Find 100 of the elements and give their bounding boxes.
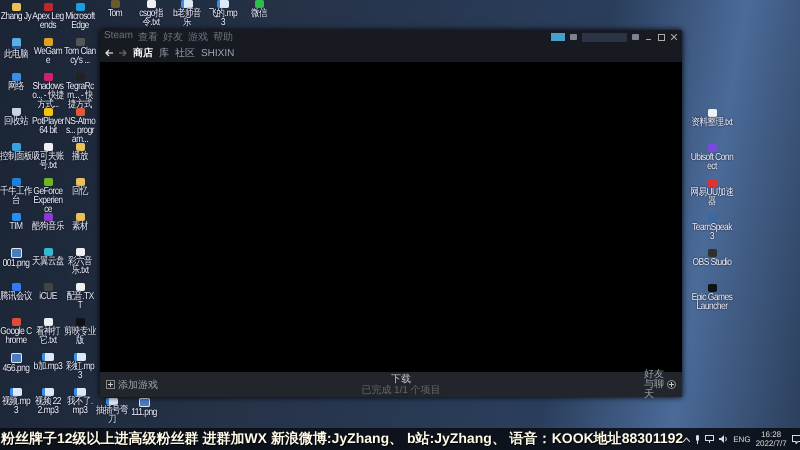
desktop-icon-label[interactable]: Zhang Jy bbox=[0, 12, 32, 21]
desktop-icon-label[interactable]: 吸可夫账号.txt bbox=[32, 152, 64, 170]
desktop-icon-label[interactable]: b老师音乐 bbox=[171, 9, 203, 27]
music-file-icon[interactable] bbox=[106, 398, 118, 405]
desktop-icon-label[interactable]: 看神打它.txt bbox=[32, 327, 64, 345]
desktop-icon-label[interactable]: 资料整理.txt bbox=[690, 118, 734, 127]
desktop-icon-label[interactable]: Apex Legends bbox=[32, 12, 64, 30]
network-icon[interactable] bbox=[705, 435, 714, 443]
nav-tab[interactable]: 商店 bbox=[133, 46, 153, 60]
add-icon[interactable] bbox=[106, 380, 115, 389]
app-icon[interactable] bbox=[12, 213, 20, 221]
desktop-icon-label[interactable]: Epic Games Launcher bbox=[690, 293, 734, 311]
image-file-icon[interactable] bbox=[10, 353, 22, 363]
desktop-icon-label[interactable]: 飞的.mp3 bbox=[207, 9, 239, 27]
desktop-icon-label[interactable]: 彩虹.mp3 bbox=[64, 362, 96, 380]
nav-tab[interactable]: 社区 bbox=[175, 46, 195, 60]
menu-item[interactable]: 游戏 bbox=[188, 30, 208, 44]
document-icon[interactable] bbox=[76, 283, 84, 291]
desktop-icon-label[interactable]: 111.png bbox=[128, 408, 160, 417]
desktop-icon-label[interactable]: PotPlayer 64 bit bbox=[32, 117, 64, 135]
desktop-icon-label[interactable]: Shadowso... - 快捷方式... bbox=[32, 82, 64, 109]
desktop-icon-label[interactable]: 酷狗音乐 bbox=[32, 222, 64, 231]
close-button[interactable] bbox=[670, 33, 678, 41]
desktop-icon-label[interactable]: TegraRcm... - 快捷方式 bbox=[64, 82, 96, 109]
music-file-icon[interactable] bbox=[42, 388, 54, 396]
desktop-icon-label[interactable]: TeamSpeak 3 bbox=[690, 223, 734, 241]
caret-icon[interactable] bbox=[683, 436, 690, 442]
add-game-link[interactable]: 添加游戏 bbox=[118, 378, 158, 392]
app-icon[interactable] bbox=[12, 73, 20, 81]
desktop-icon-label[interactable]: TIM bbox=[0, 222, 32, 231]
desktop-icon-label[interactable]: csgo指令.txt bbox=[135, 9, 167, 27]
friends-chat-link[interactable]: 好友与聊天 bbox=[644, 370, 664, 400]
music-file-icon[interactable] bbox=[74, 353, 86, 361]
app-icon[interactable] bbox=[254, 0, 264, 8]
desktop-icon-label[interactable]: WeGame bbox=[32, 47, 64, 65]
desktop-icon-label[interactable]: 素材 bbox=[64, 222, 96, 231]
desktop-icon-label[interactable]: Microsoft Edge bbox=[64, 12, 96, 30]
microphone-icon[interactable] bbox=[695, 434, 700, 444]
app-icon[interactable] bbox=[44, 108, 52, 116]
desktop-icon-label[interactable]: Tom bbox=[99, 9, 131, 18]
image-file-icon[interactable] bbox=[138, 398, 150, 407]
add-friend-icon[interactable] bbox=[667, 380, 676, 389]
desktop-icon-label[interactable]: 456.png bbox=[0, 364, 32, 373]
clock[interactable]: 16:28 2022/7/7 bbox=[756, 430, 787, 448]
app-icon[interactable] bbox=[12, 178, 20, 186]
folder-icon[interactable] bbox=[76, 143, 84, 151]
recycle-bin-icon[interactable] bbox=[12, 108, 20, 116]
desktop-icon-label[interactable]: Tom Clancy's ... bbox=[64, 47, 96, 65]
desktop-icon-label[interactable]: GeForce Experience bbox=[32, 187, 64, 214]
folder-icon[interactable] bbox=[76, 213, 84, 221]
desktop-icon-label[interactable]: 视频 222.mp3 bbox=[32, 397, 64, 415]
music-file-icon[interactable] bbox=[74, 388, 86, 396]
document-icon[interactable] bbox=[44, 318, 52, 326]
app-icon[interactable] bbox=[44, 248, 52, 256]
desktop-icon-label[interactable]: NS-Atmos... program... bbox=[64, 117, 96, 144]
desktop-icon-label[interactable]: 视频.mp3 bbox=[0, 397, 32, 415]
music-file-icon[interactable] bbox=[42, 353, 54, 361]
app-icon[interactable] bbox=[44, 178, 52, 186]
document-icon[interactable] bbox=[44, 143, 52, 151]
image-file-icon[interactable] bbox=[10, 248, 22, 258]
desktop-icon-label[interactable]: 我不了.mp3 bbox=[64, 397, 96, 415]
desktop-icon-label[interactable]: 彩六音乐.txt bbox=[64, 257, 96, 275]
speaker-icon[interactable] bbox=[719, 435, 728, 443]
desktop-icon-label[interactable]: Ubisoft Connect bbox=[690, 153, 734, 171]
menu-item[interactable]: Steam bbox=[104, 30, 133, 44]
desktop-icon-label[interactable]: iCUE bbox=[32, 292, 64, 301]
desktop-icon-label[interactable]: 回收站 bbox=[0, 117, 32, 126]
notification-icon[interactable] bbox=[792, 434, 800, 444]
nav-tab[interactable]: 库 bbox=[159, 46, 169, 60]
desktop-icon-label[interactable]: 控制面板 bbox=[0, 152, 32, 161]
desktop-icon-label[interactable]: 001.png bbox=[0, 259, 32, 268]
music-file-icon[interactable] bbox=[217, 0, 229, 8]
document-icon[interactable] bbox=[76, 248, 84, 256]
nav-tab[interactable]: SHIXIN bbox=[201, 48, 234, 58]
app-icon[interactable] bbox=[76, 108, 84, 116]
desktop-icon-label[interactable]: 网络 bbox=[0, 82, 32, 91]
forward-arrow-icon[interactable] bbox=[119, 49, 127, 57]
music-file-icon[interactable] bbox=[181, 0, 193, 8]
downloads-button[interactable]: 下载 已完成 1/1 个项目 bbox=[361, 374, 441, 396]
maximize-button[interactable] bbox=[657, 33, 665, 41]
desktop-icon-label[interactable]: OBS Studio bbox=[690, 258, 734, 267]
desktop-icon-label[interactable]: 配音.TXT bbox=[64, 292, 96, 310]
desktop-icon-label[interactable]: 千牛工作台 bbox=[0, 187, 32, 205]
back-arrow-icon[interactable] bbox=[105, 49, 113, 57]
desktop-icon-label[interactable]: 播放 bbox=[64, 152, 96, 161]
input-language[interactable]: ENG bbox=[733, 434, 751, 444]
desktop-icon-label[interactable]: 抽插号弯刀 bbox=[96, 406, 128, 424]
menu-item[interactable]: 查看 bbox=[138, 30, 158, 44]
app-icon[interactable] bbox=[12, 283, 20, 291]
menu-item[interactable]: 帮助 bbox=[212, 30, 233, 44]
desktop-icon-label[interactable]: Google Chrome bbox=[0, 327, 32, 345]
desktop-icon-label[interactable]: 腾讯会议 bbox=[0, 292, 32, 301]
desktop-icon-label[interactable]: 此电脑 bbox=[0, 50, 32, 59]
desktop-icon-label[interactable]: 天翼云盘 bbox=[32, 257, 64, 266]
desktop-icon-label[interactable]: b加.mp3 bbox=[32, 362, 64, 371]
folder-icon[interactable] bbox=[76, 178, 84, 186]
desktop-icon-label[interactable]: 剪映专业版 bbox=[64, 327, 96, 345]
app-icon[interactable] bbox=[12, 143, 20, 151]
desktop-icon-label[interactable]: 回忆 bbox=[64, 187, 96, 196]
menu-item[interactable]: 好友 bbox=[162, 30, 183, 44]
